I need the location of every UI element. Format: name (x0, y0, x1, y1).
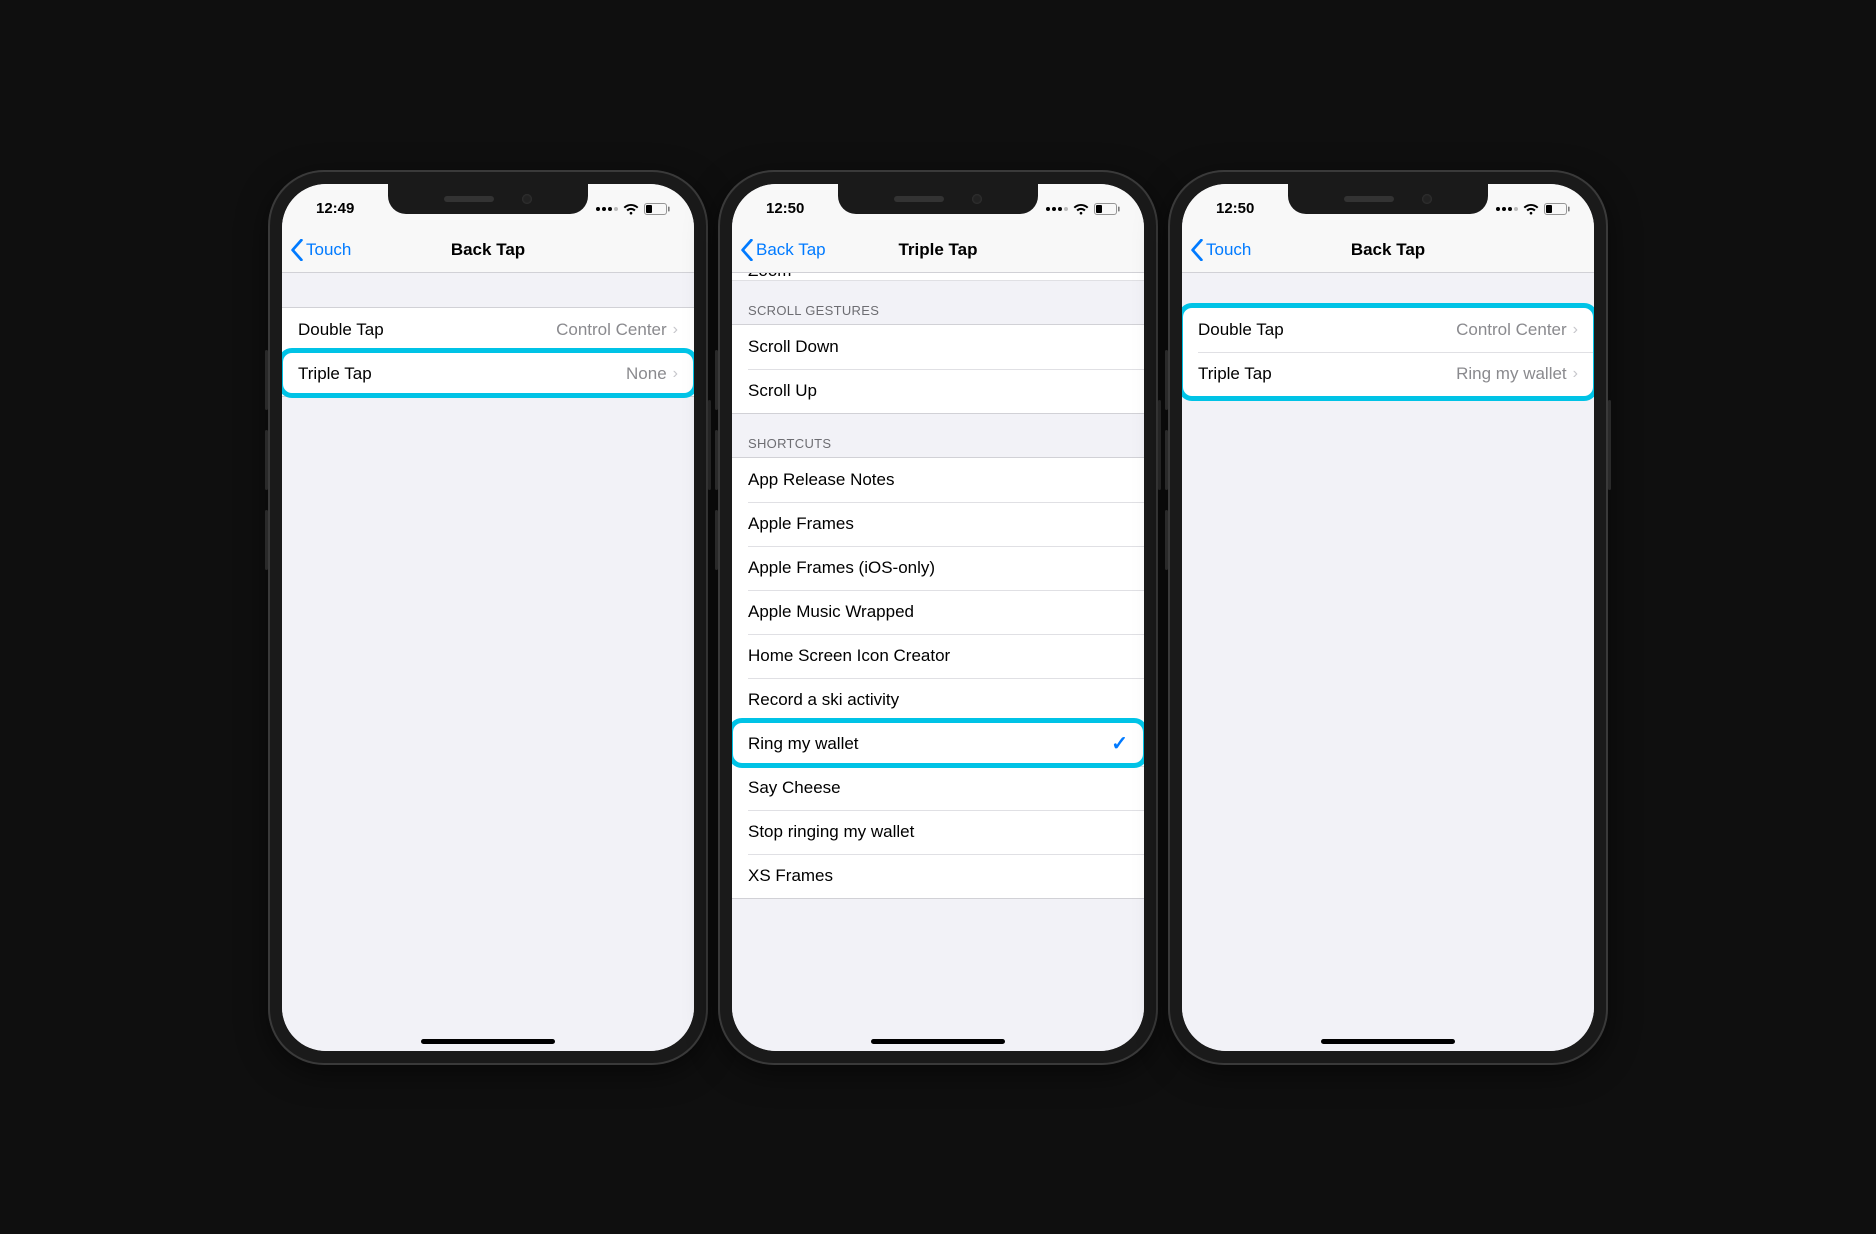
wifi-icon (1073, 203, 1089, 215)
row-label: Triple Tap (1198, 364, 1456, 384)
row-double-tap[interactable]: Double Tap Control Center › (282, 308, 694, 352)
row-double-tap[interactable]: Double Tap Control Center › (1182, 308, 1594, 352)
status-time: 12:50 (1206, 200, 1254, 217)
nav-bar: Back Tap Triple Tap (732, 228, 1144, 273)
chevron-left-icon (1190, 239, 1204, 261)
row-value: Ring my wallet (1456, 364, 1567, 384)
nav-title: Back Tap (1351, 240, 1425, 260)
row-value: None (626, 364, 667, 384)
checkmark-icon: ✓ (1111, 731, 1128, 756)
screen: 12:50 Touch Back Tap Double Tap (1182, 184, 1594, 1051)
settings-group: Scroll Down Scroll Up (732, 324, 1144, 414)
nav-title: Back Tap (451, 240, 525, 260)
list-item[interactable]: Home Screen Icon Creator (732, 634, 1144, 678)
content-area: Double Tap Control Center › Triple Tap N… (282, 273, 694, 1051)
nav-bar: Touch Back Tap (1182, 228, 1594, 273)
list-item-ring-my-wallet[interactable]: Ring my wallet ✓ (732, 722, 1144, 766)
list-item[interactable]: Say Cheese (732, 766, 1144, 810)
phone-frame: 12:49 Touch Back Tap Double Tap (268, 170, 708, 1065)
row-label: Scroll Up (748, 381, 1128, 401)
settings-group: Double Tap Control Center › Triple Tap N… (282, 307, 694, 397)
row-label: Ring my wallet (748, 734, 1111, 754)
list-item[interactable]: XS Frames (732, 854, 1144, 898)
list-item[interactable]: Apple Music Wrapped (732, 590, 1144, 634)
row-triple-tap[interactable]: Triple Tap None › (282, 352, 694, 396)
list-item[interactable]: Scroll Down (732, 325, 1144, 369)
chevron-left-icon (290, 239, 304, 261)
screen: 12:50 Back Tap Triple Tap Zoom SCROLL (732, 184, 1144, 1051)
battery-icon (1094, 203, 1120, 215)
status-time: 12:49 (306, 200, 354, 217)
chevron-right-icon: › (673, 321, 678, 339)
cellular-signal-icon (1046, 207, 1068, 211)
row-label: Triple Tap (298, 364, 626, 384)
nav-title: Triple Tap (898, 240, 977, 260)
nav-back-button[interactable]: Back Tap (740, 228, 826, 272)
row-label: Double Tap (1198, 320, 1456, 340)
settings-group: App Release Notes Apple Frames Apple Fra… (732, 457, 1144, 899)
row-label: XS Frames (748, 866, 1128, 886)
row-triple-tap[interactable]: Triple Tap Ring my wallet › (1182, 352, 1594, 396)
row-value: Control Center (556, 320, 667, 340)
list-item[interactable]: Zoom (732, 273, 1144, 281)
settings-group: Double Tap Control Center › Triple Tap R… (1182, 307, 1594, 397)
home-indicator[interactable] (421, 1039, 555, 1044)
nav-back-button[interactable]: Touch (1190, 228, 1251, 272)
row-label: App Release Notes (748, 470, 1128, 490)
row-label: Apple Music Wrapped (748, 602, 1128, 622)
list-item[interactable]: Stop ringing my wallet (732, 810, 1144, 854)
list-item[interactable]: Apple Frames (732, 502, 1144, 546)
row-label: Double Tap (298, 320, 556, 340)
cellular-signal-icon (1496, 207, 1518, 211)
list-item[interactable]: Scroll Up (732, 369, 1144, 413)
content-area: Double Tap Control Center › Triple Tap R… (1182, 273, 1594, 1051)
nav-back-button[interactable]: Touch (290, 228, 351, 272)
section-header-shortcuts: SHORTCUTS (732, 414, 1144, 457)
battery-icon (644, 203, 670, 215)
home-indicator[interactable] (871, 1039, 1005, 1044)
wifi-icon (1523, 203, 1539, 215)
content-area[interactable]: Zoom SCROLL GESTURES Scroll Down Scroll … (732, 273, 1144, 1051)
row-label: Scroll Down (748, 337, 1128, 357)
phone-frame: 12:50 Back Tap Triple Tap Zoom SCROLL (718, 170, 1158, 1065)
battery-icon (1544, 203, 1570, 215)
chevron-right-icon: › (673, 365, 678, 383)
section-header-scroll-gestures: SCROLL GESTURES (732, 281, 1144, 324)
home-indicator[interactable] (1321, 1039, 1455, 1044)
row-value: Control Center (1456, 320, 1567, 340)
nav-back-label: Touch (1206, 240, 1251, 260)
wifi-icon (623, 203, 639, 215)
chevron-right-icon: › (1573, 365, 1578, 383)
row-label: Record a ski activity (748, 690, 1128, 710)
phone-frame: 12:50 Touch Back Tap Double Tap (1168, 170, 1608, 1065)
screen: 12:49 Touch Back Tap Double Tap (282, 184, 694, 1051)
status-time: 12:50 (756, 200, 804, 217)
notch (838, 184, 1038, 214)
nav-back-label: Touch (306, 240, 351, 260)
row-label: Home Screen Icon Creator (748, 646, 1128, 666)
notch (1288, 184, 1488, 214)
row-label: Stop ringing my wallet (748, 822, 1128, 842)
list-item[interactable]: App Release Notes (732, 458, 1144, 502)
nav-back-label: Back Tap (756, 240, 826, 260)
row-label: Apple Frames (iOS-only) (748, 558, 1128, 578)
row-label: Say Cheese (748, 778, 1128, 798)
list-item[interactable]: Apple Frames (iOS-only) (732, 546, 1144, 590)
chevron-right-icon: › (1573, 321, 1578, 339)
list-item[interactable]: Record a ski activity (732, 678, 1144, 722)
notch (388, 184, 588, 214)
nav-bar: Touch Back Tap (282, 228, 694, 273)
row-label: Apple Frames (748, 514, 1128, 534)
row-label: Zoom (748, 273, 1128, 281)
chevron-left-icon (740, 239, 754, 261)
cellular-signal-icon (596, 207, 618, 211)
